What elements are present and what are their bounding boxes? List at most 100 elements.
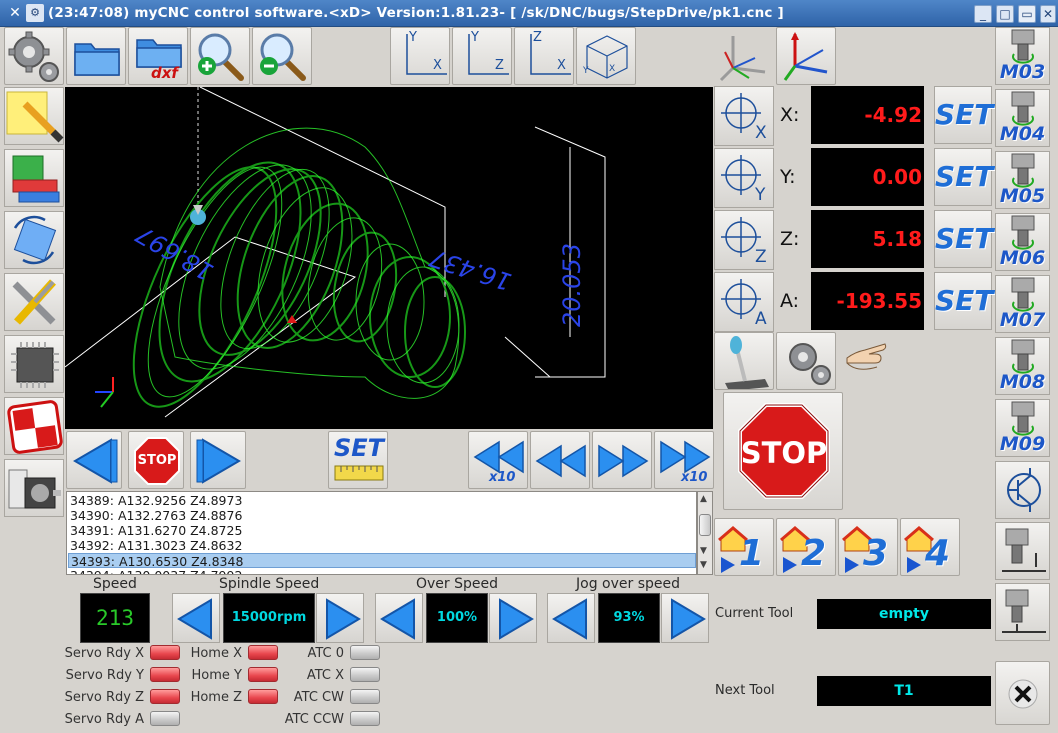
open-file-button[interactable] xyxy=(66,27,126,85)
minimize-button[interactable]: _ xyxy=(974,5,992,23)
zero-y-button[interactable]: Y xyxy=(714,148,774,208)
stop-label: STOP xyxy=(740,436,828,470)
fast-rewind-x10-button[interactable]: x10 xyxy=(468,431,528,489)
mode-joystick-tab[interactable] xyxy=(714,332,774,390)
forward-icon xyxy=(598,444,649,478)
set-a-button[interactable]: SET xyxy=(934,272,993,330)
rotate-sheet-icon xyxy=(13,215,57,265)
view-yz-icon xyxy=(468,34,509,75)
tool-measure-icon xyxy=(1002,589,1046,633)
atc-led xyxy=(350,645,380,660)
rotate-job-button[interactable] xyxy=(4,211,64,269)
m09-button[interactable]: M09 xyxy=(995,399,1050,457)
maximize-button[interactable]: □ xyxy=(996,5,1014,23)
view-3d-button[interactable]: X Y xyxy=(576,27,636,85)
transistor-button[interactable] xyxy=(995,461,1050,519)
m08-button[interactable]: M08 xyxy=(995,337,1050,395)
restore-button[interactable]: ▭ xyxy=(1018,5,1036,23)
scroll-up-icon[interactable]: ▲ xyxy=(700,494,710,504)
tool-probe-button[interactable] xyxy=(995,522,1050,580)
gcode-line[interactable]: 34393: A130.6530 Z4.8348 xyxy=(68,553,696,569)
m03-label: M03 xyxy=(999,61,1046,83)
zoom-in-button[interactable] xyxy=(190,27,250,85)
hardware-button[interactable] xyxy=(4,335,64,393)
zero-a-button[interactable]: A xyxy=(714,272,774,332)
m06-button[interactable]: M06 xyxy=(995,213,1050,271)
m07-button[interactable]: M07 xyxy=(995,275,1050,333)
notes-button[interactable] xyxy=(4,87,64,145)
step-back-icon xyxy=(73,438,118,484)
scroll-down-arrow-icon[interactable]: ▼ xyxy=(700,560,710,570)
gcode-line[interactable]: 34394: A130.0037 Z4.7992 xyxy=(70,568,242,574)
library-button[interactable] xyxy=(4,149,64,207)
wrench-screwdriver-icon xyxy=(12,279,56,325)
zero-x-button[interactable]: X xyxy=(714,86,774,146)
go-home-3-button[interactable]: 3 xyxy=(838,518,898,576)
axes-gray-icon xyxy=(719,36,766,82)
gcode-line[interactable]: 34392: A131.3023 Z4.8632 xyxy=(70,538,242,553)
toolpath-viewport[interactable]: 20.053 16.437 18.697 xyxy=(65,87,713,429)
settings-button[interactable] xyxy=(4,27,64,85)
over-speed-increase-button[interactable] xyxy=(489,593,537,643)
m03-button[interactable]: M03 xyxy=(995,27,1050,85)
rewind-button[interactable] xyxy=(530,431,590,489)
set-start-line-button[interactable]: SET xyxy=(328,431,388,489)
scroll-thumb[interactable] xyxy=(699,514,711,536)
m09-label: M09 xyxy=(999,433,1046,455)
checker-button[interactable] xyxy=(4,397,64,455)
set-z-button[interactable]: SET xyxy=(934,210,993,268)
stepper-motor-button[interactable] xyxy=(4,459,64,517)
axis-x-position: -4.92 xyxy=(811,86,924,144)
m08-label: M08 xyxy=(999,371,1046,393)
emergency-stop-button[interactable]: STOP xyxy=(723,392,843,510)
servo-ready-led xyxy=(150,711,180,726)
app-menu-icon[interactable]: ✕ xyxy=(6,4,24,22)
gcode-line[interactable]: 34390: A132.2763 Z4.8876 xyxy=(70,508,242,523)
go-home-1-button[interactable]: 1 xyxy=(714,518,774,576)
tool-measure-button[interactable] xyxy=(995,583,1050,641)
set-x-button[interactable]: SET xyxy=(934,86,993,144)
fast-forward-x10-button[interactable]: x10 xyxy=(654,431,714,489)
zero-z-button[interactable]: Z xyxy=(714,210,774,270)
go-home-4-button[interactable]: 4 xyxy=(900,518,960,576)
jog-speed-decrease-button[interactable] xyxy=(547,593,595,643)
forward-button[interactable] xyxy=(592,431,652,489)
speed-value: 213 xyxy=(80,593,150,643)
scroll-down-icon[interactable]: ▼ xyxy=(700,546,710,556)
open-dxf-button[interactable]: dxf xyxy=(128,27,188,85)
jog-speed-increase-button[interactable] xyxy=(661,593,709,643)
tools-button[interactable] xyxy=(4,273,64,331)
set-y-button[interactable]: SET xyxy=(934,148,993,206)
over-speed-decrease-button[interactable] xyxy=(375,593,423,643)
servo-ready-label: Servo Rdy Y xyxy=(65,668,144,683)
isometric-cube-icon xyxy=(586,35,628,79)
view-zx-button[interactable]: Z X xyxy=(514,27,574,85)
axes-orientation-button[interactable] xyxy=(714,27,774,85)
gcode-listing[interactable]: 34389: A132.9256 Z4.8973 34390: A132.2763… xyxy=(66,491,697,575)
gcode-line[interactable]: 34389: A132.9256 Z4.8973 xyxy=(70,493,242,508)
pause-stop-button[interactable]: STOP xyxy=(128,431,184,489)
mode-manual-tab[interactable] xyxy=(838,332,898,390)
m05-button[interactable]: M05 xyxy=(995,151,1050,209)
window-menu-icon[interactable]: ⚙ xyxy=(26,4,44,22)
gcode-scrollbar[interactable]: ▲ ▼ ▼ xyxy=(697,491,713,575)
spindle-decrease-button[interactable] xyxy=(172,593,220,643)
step-forward-button[interactable] xyxy=(190,431,246,489)
hand-icon xyxy=(846,343,887,370)
axis-y-position: 0.00 xyxy=(811,148,924,206)
mode-settings-tab[interactable] xyxy=(776,332,836,390)
step-back-button[interactable] xyxy=(66,431,122,489)
view-xy-button[interactable]: Y X xyxy=(390,27,450,85)
view-yz-button[interactable]: Y Z xyxy=(452,27,512,85)
clear-tool-button[interactable] xyxy=(995,661,1050,725)
axes-color-button[interactable] xyxy=(776,27,836,85)
close-button[interactable]: ✕ xyxy=(1040,5,1056,23)
gcode-line[interactable]: 34391: A131.6270 Z4.8725 xyxy=(70,523,242,538)
axis-a-label: A: xyxy=(780,290,800,312)
zoom-out-icon xyxy=(260,33,306,81)
tool-length-icon xyxy=(1002,528,1046,572)
zoom-out-button[interactable] xyxy=(252,27,312,85)
m04-button[interactable]: M04 xyxy=(995,89,1050,147)
spindle-increase-button[interactable] xyxy=(316,593,364,643)
go-home-2-button[interactable]: 2 xyxy=(776,518,836,576)
